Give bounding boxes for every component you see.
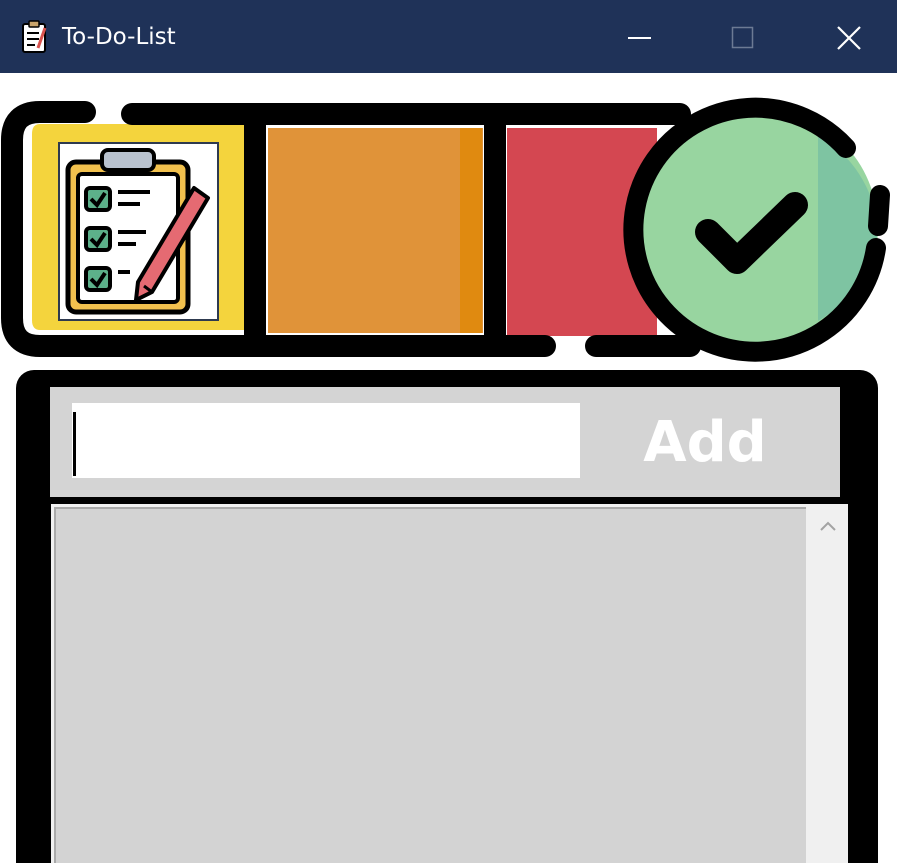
chevron-up-icon bbox=[820, 521, 836, 531]
close-icon bbox=[837, 26, 861, 50]
task-input[interactable] bbox=[72, 403, 580, 478]
title-bar[interactable]: To-Do-List bbox=[0, 0, 897, 73]
minimize-icon bbox=[628, 37, 651, 39]
clipboard-checklist-icon bbox=[58, 142, 219, 321]
text-cursor bbox=[73, 412, 76, 476]
clipboard-icon bbox=[21, 20, 49, 54]
header-banner bbox=[0, 73, 897, 370]
maximize-button[interactable] bbox=[694, 0, 790, 73]
maximize-icon bbox=[731, 26, 754, 49]
close-button[interactable] bbox=[801, 0, 897, 73]
minimize-button[interactable] bbox=[592, 0, 688, 73]
task-list[interactable] bbox=[54, 507, 806, 863]
window-title: To-Do-List bbox=[62, 24, 176, 50]
vertical-scrollbar[interactable] bbox=[808, 507, 848, 863]
scroll-up-button[interactable] bbox=[808, 507, 848, 543]
add-button[interactable]: Add bbox=[600, 403, 810, 483]
